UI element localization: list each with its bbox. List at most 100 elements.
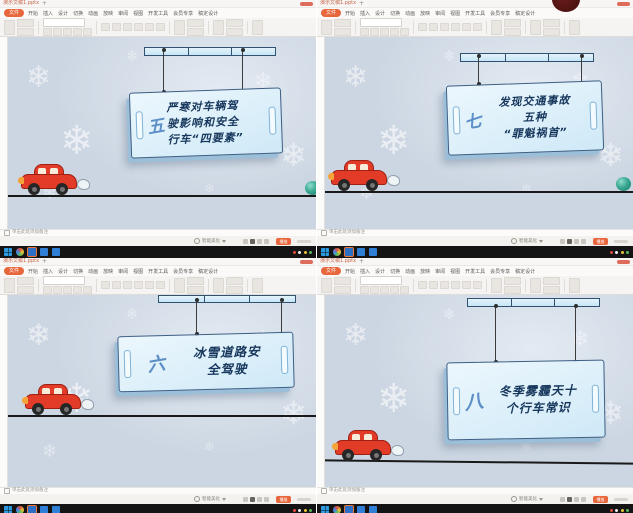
menu-tab[interactable]: 审阅	[435, 10, 445, 17]
ribbon-button[interactable]	[370, 286, 379, 294]
start-button-icon[interactable]	[321, 506, 329, 513]
new-tab-button[interactable]: +	[42, 1, 47, 7]
tray-icon[interactable]	[621, 251, 624, 254]
zoom-slider[interactable]	[297, 498, 311, 501]
tray-icon[interactable]	[621, 509, 624, 512]
ribbon-button[interactable]	[187, 286, 204, 294]
view-mode-button-active[interactable]	[567, 497, 572, 502]
menu-tab[interactable]: 稿定设计	[198, 10, 218, 17]
ribbon-button[interactable]	[321, 20, 332, 35]
ribbon-button[interactable]	[226, 286, 243, 294]
browser-icon[interactable]	[333, 506, 341, 513]
wps-taskbar-icon[interactable]	[28, 506, 36, 513]
file-menu-button[interactable]: 文件	[321, 267, 341, 275]
ribbon-button[interactable]	[380, 28, 389, 36]
ribbon-button[interactable]	[17, 286, 34, 294]
ribbon-button[interactable]	[174, 278, 185, 293]
menu-tab[interactable]: 设计	[375, 268, 385, 275]
font-name-box[interactable]	[360, 18, 402, 27]
beautify-button[interactable]: 智能美化	[194, 238, 226, 244]
view-mode-button-active[interactable]	[567, 239, 572, 244]
ribbon-button[interactable]	[543, 28, 560, 36]
view-mode-button[interactable]	[257, 497, 262, 502]
menu-tab[interactable]: 设计	[375, 10, 385, 17]
ribbon-button[interactable]	[17, 28, 34, 36]
ribbon-button[interactable]	[334, 286, 351, 294]
ribbon-button[interactable]	[252, 278, 263, 293]
menu-tab[interactable]: 开发工具	[465, 268, 485, 275]
red-car[interactable]	[24, 383, 82, 417]
menu-tab[interactable]: 开始	[345, 10, 355, 17]
tray-icon[interactable]	[293, 509, 296, 512]
start-button-icon[interactable]	[321, 248, 329, 256]
ribbon-button[interactable]	[226, 19, 243, 27]
menu-tab[interactable]: 动画	[405, 10, 415, 17]
menu-tab[interactable]: 会员专享	[490, 10, 510, 17]
menu-tab[interactable]: 稿定设计	[515, 268, 535, 275]
ribbon-button[interactable]	[123, 281, 132, 289]
app-taskbar-icon[interactable]	[357, 506, 365, 513]
new-tab-button[interactable]: +	[359, 1, 364, 7]
menu-tab[interactable]: 审阅	[118, 10, 128, 17]
wps-taskbar-icon[interactable]	[28, 248, 36, 256]
view-mode-button[interactable]	[574, 497, 579, 502]
thumbnail-panel[interactable]	[0, 37, 8, 229]
ribbon-button[interactable]	[63, 286, 72, 294]
ribbon-button[interactable]	[43, 28, 52, 36]
ribbon-button[interactable]	[226, 277, 243, 285]
ribbon-button[interactable]	[440, 23, 449, 31]
tray-icon[interactable]	[626, 251, 629, 254]
play-button[interactable]: 播放	[276, 238, 291, 245]
ribbon-button[interactable]	[174, 20, 185, 35]
start-button-icon[interactable]	[4, 506, 12, 513]
menu-tab[interactable]: 开发工具	[148, 268, 168, 275]
document-tab[interactable]: 演示文稿1.pptx	[320, 0, 356, 7]
ribbon-button[interactable]	[156, 281, 165, 289]
slide-canvas[interactable]: 六 冰雪道路安 全驾驶	[8, 295, 316, 487]
new-tab-button[interactable]: +	[359, 259, 364, 265]
ribbon-button[interactable]	[360, 286, 369, 294]
notes-bar[interactable]: 单击此处添加备注	[317, 487, 633, 494]
view-mode-button[interactable]	[581, 497, 586, 502]
ribbon-button[interactable]	[473, 23, 482, 31]
menu-tab[interactable]: 放映	[420, 268, 430, 275]
menu-tab[interactable]: 开始	[28, 268, 38, 275]
app-taskbar-icon[interactable]	[40, 506, 48, 513]
wps-taskbar-icon[interactable]	[345, 248, 353, 256]
ribbon-button[interactable]	[569, 278, 580, 293]
beautify-button[interactable]: 智能美化	[511, 238, 543, 244]
tray-icon[interactable]	[309, 251, 312, 254]
ribbon-button[interactable]	[73, 286, 82, 294]
app-taskbar-icon[interactable]	[357, 248, 365, 256]
red-car[interactable]	[334, 429, 392, 463]
ribbon-button[interactable]	[43, 286, 52, 294]
menu-tab[interactable]: 视图	[133, 10, 143, 17]
menu-tab[interactable]: 动画	[405, 268, 415, 275]
hanging-sign[interactable]: 七 发现交通事故 五种 “罪魁祸首”	[446, 80, 604, 155]
red-car[interactable]	[20, 163, 78, 197]
ribbon-button[interactable]	[334, 277, 351, 285]
slide-canvas[interactable]: 五 严寒对车辆驾 驶影响和安全 行车“四要素”	[8, 37, 316, 229]
tray-icon[interactable]	[298, 251, 301, 254]
ribbon-button[interactable]	[145, 23, 154, 31]
menu-tab[interactable]: 开始	[345, 268, 355, 275]
tray-icon[interactable]	[626, 509, 629, 512]
document-tab[interactable]: 演示文稿1.pptx	[3, 0, 39, 7]
menu-tab[interactable]: 插入	[43, 10, 53, 17]
ribbon-button[interactable]	[390, 28, 399, 36]
red-car[interactable]	[330, 159, 388, 193]
ribbon-button[interactable]	[17, 277, 34, 285]
file-menu-button[interactable]: 文件	[321, 9, 341, 17]
ribbon-button[interactable]	[83, 286, 92, 294]
ribbon-button[interactable]	[370, 28, 379, 36]
menu-tab[interactable]: 切换	[73, 268, 83, 275]
ribbon-button[interactable]	[543, 277, 560, 285]
ribbon-button[interactable]	[400, 28, 409, 36]
menu-tab[interactable]: 放映	[103, 268, 113, 275]
menu-tab[interactable]: 会员专享	[490, 268, 510, 275]
ribbon-button[interactable]	[4, 278, 15, 293]
ribbon-button[interactable]	[429, 23, 438, 31]
ribbon-button[interactable]	[187, 19, 204, 27]
menu-tab[interactable]: 插入	[43, 268, 53, 275]
font-name-box[interactable]	[360, 276, 402, 285]
